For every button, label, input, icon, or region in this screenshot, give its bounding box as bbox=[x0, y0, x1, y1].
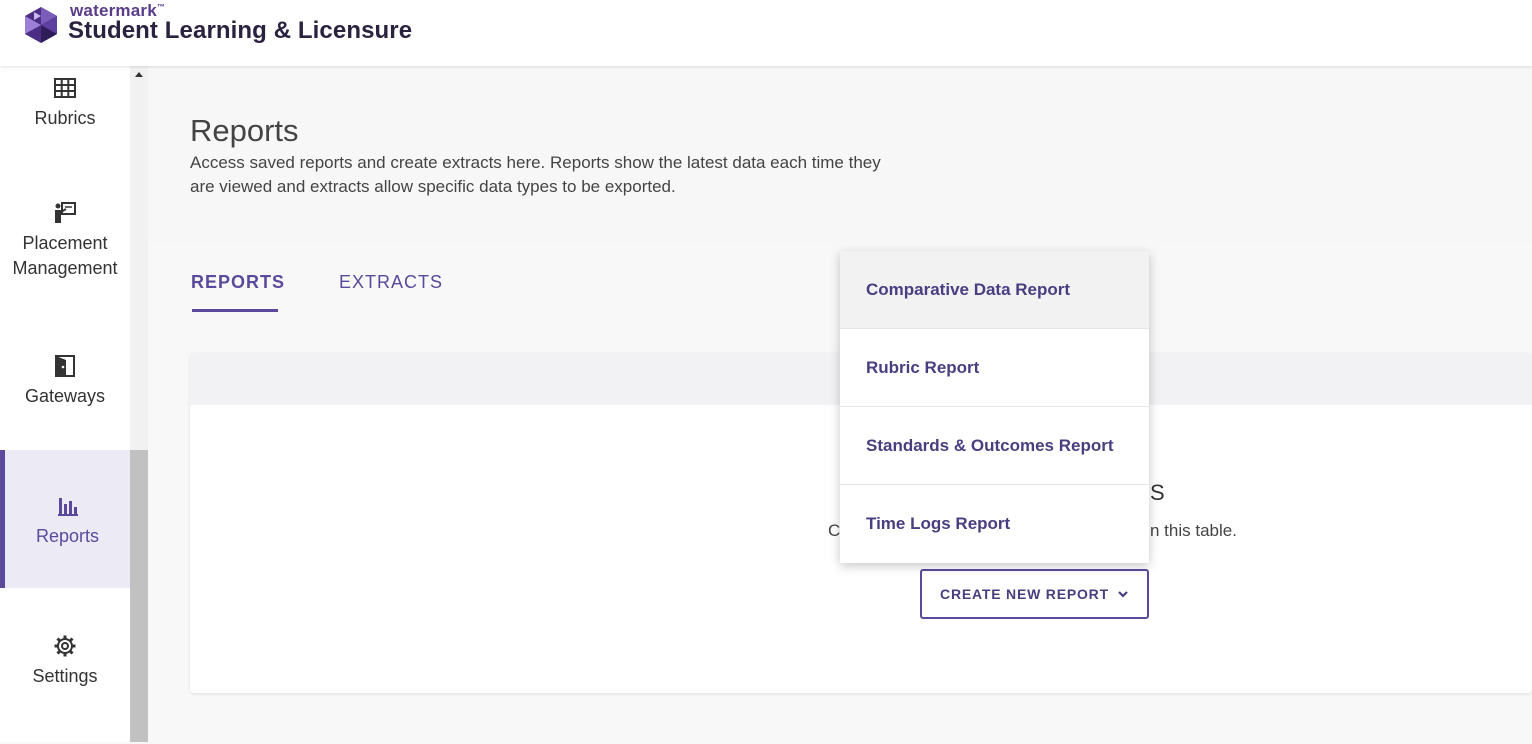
menu-item-time-logs-report[interactable]: Time Logs Report bbox=[840, 485, 1149, 563]
scroll-up-arrow-icon[interactable] bbox=[135, 72, 143, 77]
gear-icon bbox=[54, 635, 76, 657]
bar-chart-icon bbox=[57, 498, 78, 516]
create-new-report-label: CREATE NEW REPORT bbox=[940, 586, 1109, 602]
sidebar-item-label: Gateways bbox=[24, 386, 106, 406]
chevron-down-icon bbox=[1118, 591, 1128, 598]
empty-state-title: S bbox=[1150, 480, 1165, 505]
menu-item-standards-outcomes-report[interactable]: Standards & Outcomes Report bbox=[840, 407, 1149, 485]
sidebar-item-label: Rubrics bbox=[34, 108, 96, 128]
sidebar-scrollbar[interactable] bbox=[130, 66, 148, 742]
sidebar-item-settings[interactable]: Settings bbox=[0, 634, 130, 744]
sidebar-item-label: Settings bbox=[32, 666, 98, 686]
page-title: Reports bbox=[190, 113, 299, 148]
door-icon bbox=[55, 355, 75, 377]
sidebar-item-label: Placement Management bbox=[12, 233, 118, 278]
product-title: Student Learning & Licensure bbox=[68, 17, 413, 44]
sidebar-item-placement-management[interactable]: Placement Management bbox=[0, 201, 130, 321]
empty-state-text-start: C bbox=[828, 521, 841, 540]
report-type-dropdown-menu: Comparative Data Report Rubric Report St… bbox=[840, 251, 1149, 563]
page-description: Access saved reports and create extracts… bbox=[190, 153, 881, 196]
sidebar-item-rubrics[interactable]: Rubrics bbox=[0, 76, 130, 186]
app-header: watermark™ Student Learning & Licensure bbox=[0, 0, 1532, 66]
sidebar-nav: Rubrics Placement Management Gateways Re… bbox=[0, 66, 130, 742]
watermark-logo-icon[interactable] bbox=[22, 6, 60, 44]
menu-item-comparative-data-report[interactable]: Comparative Data Report bbox=[840, 251, 1149, 329]
sidebar-item-gateways[interactable]: Gateways bbox=[0, 354, 130, 464]
tab-extracts[interactable]: EXTRACTS bbox=[339, 272, 443, 293]
sidebar-item-label: Reports bbox=[35, 526, 100, 546]
active-tab-indicator bbox=[192, 309, 278, 312]
presenter-board-icon bbox=[55, 202, 76, 223]
scrollbar-thumb[interactable] bbox=[130, 450, 148, 742]
table-grid-icon bbox=[54, 78, 76, 98]
create-new-report-button[interactable]: CREATE NEW REPORT bbox=[920, 569, 1149, 619]
empty-state-text-end: n this table. bbox=[1150, 521, 1237, 540]
sidebar-item-reports[interactable]: Reports bbox=[0, 450, 130, 588]
menu-item-rubric-report[interactable]: Rubric Report bbox=[840, 329, 1149, 407]
tab-reports[interactable]: REPORTS bbox=[191, 272, 285, 293]
